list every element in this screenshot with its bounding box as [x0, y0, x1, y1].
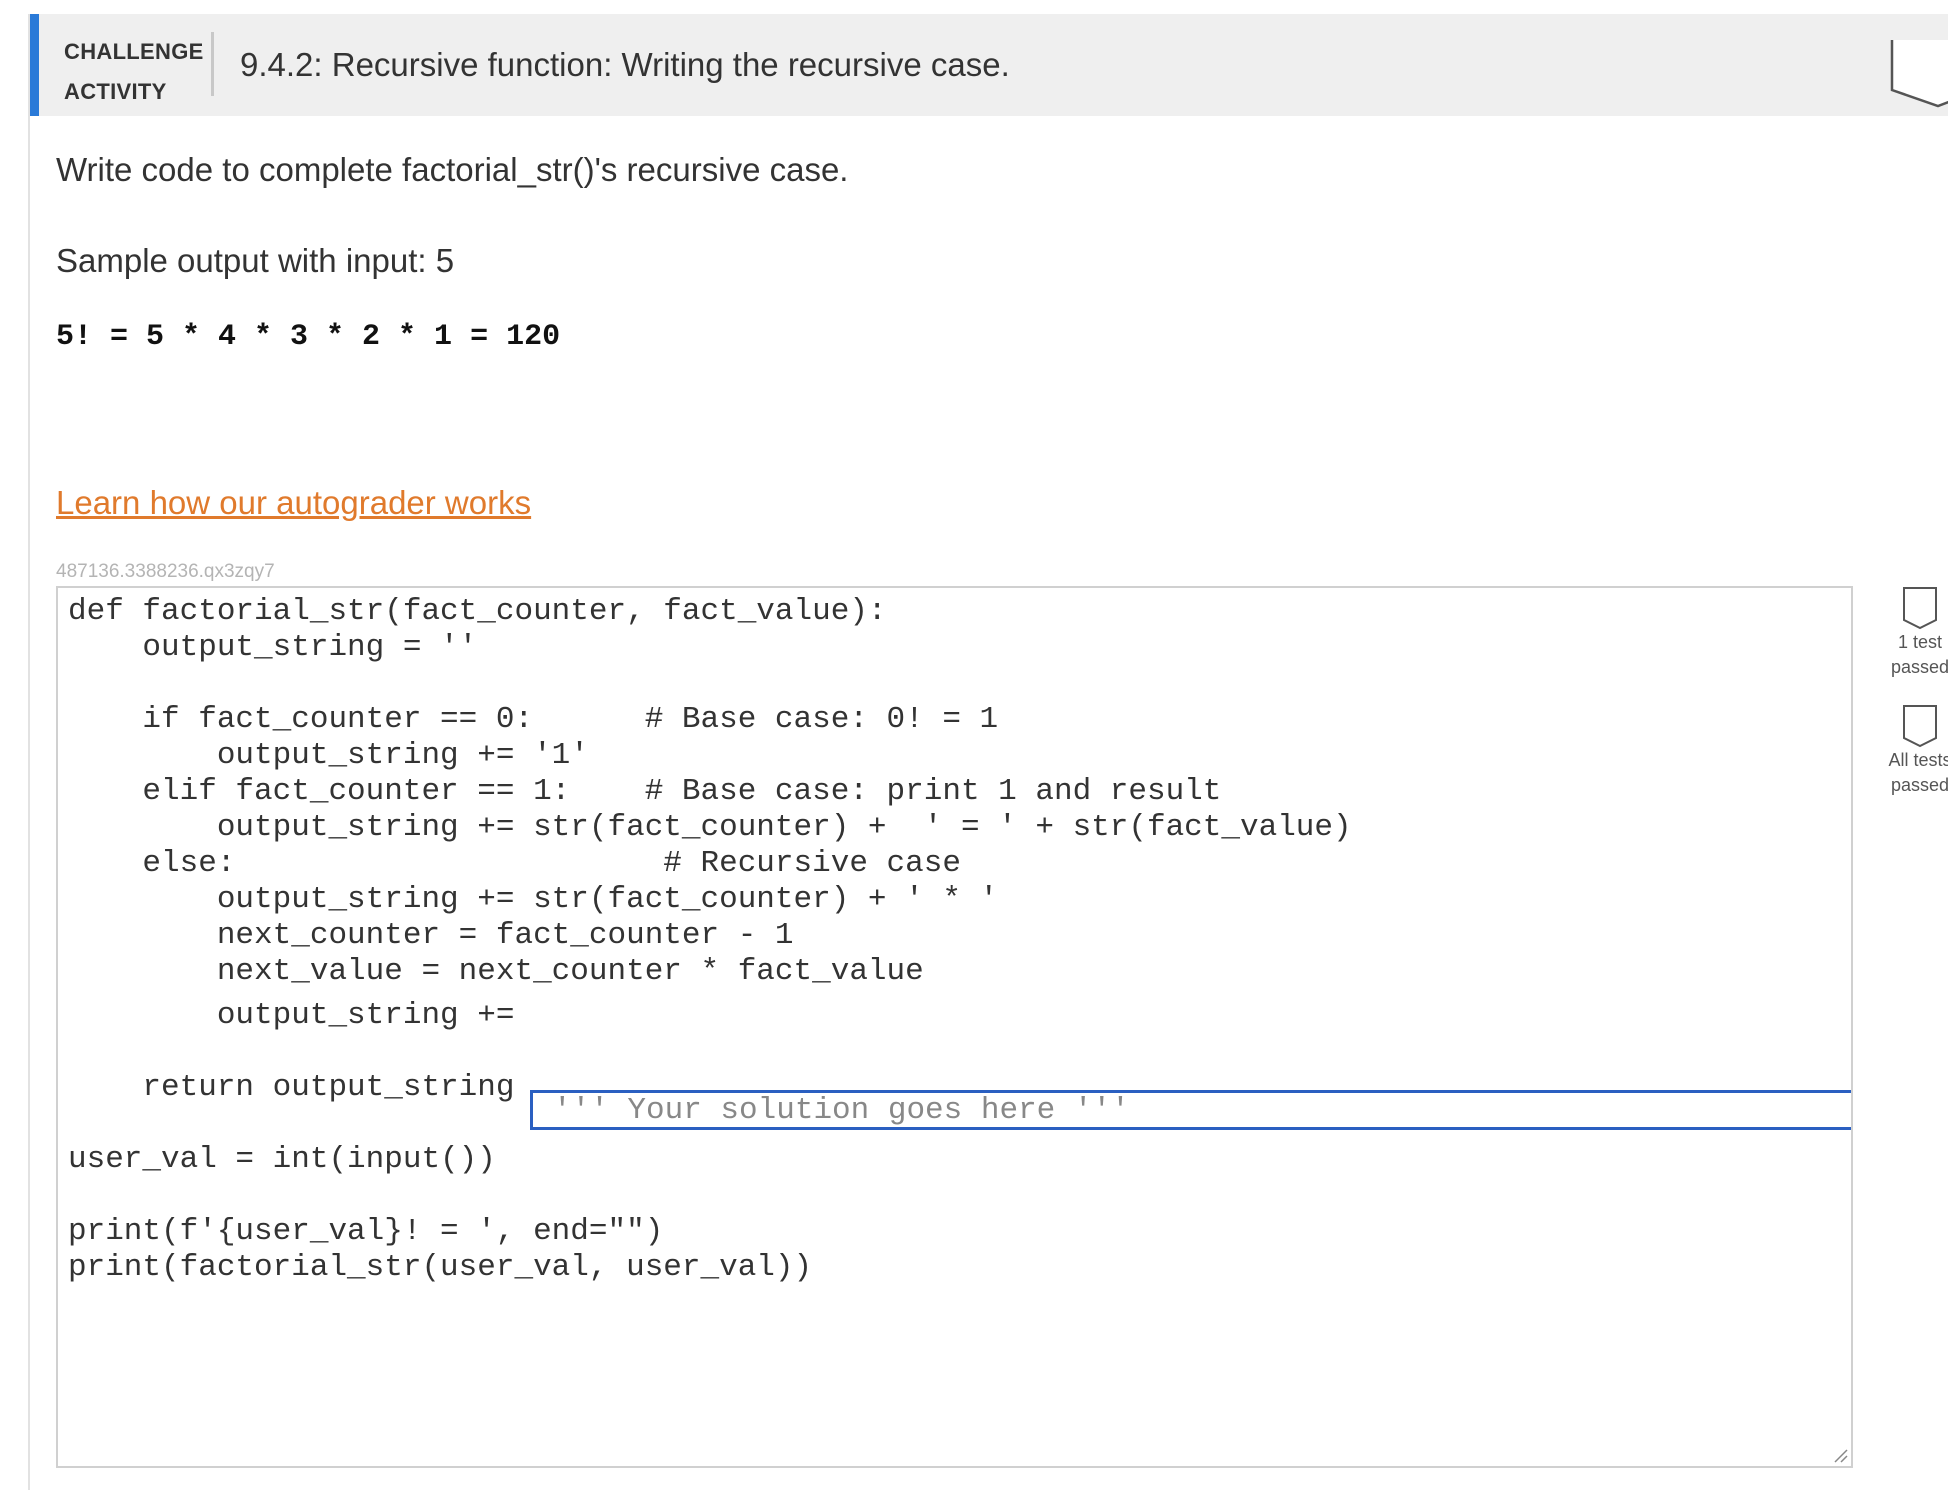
code-editor[interactable]: def factorial_str(fact_counter, fact_val…	[56, 586, 1853, 1468]
activity-title: 9.4.2: Recursive function: Writing the r…	[240, 46, 1010, 83]
instructions-text: Write code to complete factorial_str()'s…	[56, 151, 849, 188]
code-line: output_string += str(fact_counter) + ' *…	[68, 882, 999, 917]
solution-input[interactable]	[530, 1090, 1851, 1130]
status-test-1: 1 test passed	[1880, 586, 1948, 680]
page-left-rule	[28, 14, 30, 1490]
activity-type-line1: CHALLENGE	[64, 39, 204, 64]
code-line: def factorial_str(fact_counter, fact_val…	[68, 594, 887, 629]
status-test-1-label: 1 test passed	[1890, 632, 1948, 677]
code-line: user_val = int(input())	[68, 1142, 496, 1177]
status-all-tests: All tests passed	[1880, 704, 1948, 798]
code-line: next_value = next_counter * fact_value	[68, 954, 924, 989]
activity-header: CHALLENGE ACTIVITY 9.4.2: Recursive func…	[30, 14, 1948, 116]
code-line: output_string += str(fact_counter) + ' =…	[68, 810, 1352, 845]
code-line: print(factorial_str(user_val, user_val))	[68, 1250, 813, 1285]
sample-output-label: Sample output with input: 5	[56, 242, 455, 279]
resize-grip-icon[interactable]	[1831, 1446, 1849, 1464]
all-tests-shield-icon	[1903, 705, 1937, 748]
code-line: else: # Recursive case	[68, 846, 961, 881]
autograder-link[interactable]: Learn how our autograder works	[56, 483, 531, 523]
test-shield-icon	[1903, 587, 1937, 630]
sample-output-value: 5! = 5 * 4 * 3 * 2 * 1 = 120	[56, 320, 561, 354]
activity-type-line2: ACTIVITY	[64, 79, 167, 104]
code-line: if fact_counter == 0: # Base case: 0! = …	[68, 702, 999, 737]
code-line: output_string +=	[68, 998, 515, 1033]
completion-shield-icon	[1890, 40, 1948, 108]
code-line: output_string += '1'	[68, 738, 589, 773]
header-divider	[211, 32, 214, 96]
status-all-tests-label: All tests passed	[1888, 750, 1948, 795]
code-line: print(f'{user_val}! = ', end="")	[68, 1214, 664, 1249]
code-line: elif fact_counter == 1: # Base case: pri…	[68, 774, 1222, 809]
code-line: output_string = ''	[68, 630, 478, 665]
activity-type-label: CHALLENGE ACTIVITY	[64, 32, 204, 112]
code-lines: def factorial_str(fact_counter, fact_val…	[68, 588, 1352, 1323]
code-line: next_counter = fact_counter - 1	[68, 918, 794, 953]
activity-id: 487136.3388236.qx3zqy7	[56, 561, 275, 582]
header-accent-bar	[30, 14, 39, 116]
code-line: return output_string	[68, 1070, 515, 1105]
